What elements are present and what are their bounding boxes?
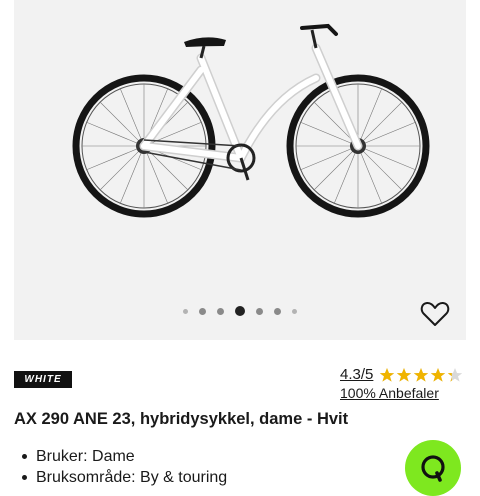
- star-icon: [397, 367, 412, 382]
- star-icon: [448, 367, 463, 382]
- rating-stars: [379, 367, 463, 383]
- carousel-dot[interactable]: [183, 308, 188, 314]
- carousel-dot[interactable]: [217, 307, 224, 315]
- product-feature-list: Bruker: Dame Bruksområde: By & touring: [14, 446, 227, 488]
- star-icon: [380, 367, 395, 382]
- brand-logo[interactable]: WHITE: [14, 371, 72, 388]
- carousel-dot[interactable]: [256, 307, 263, 315]
- heart-outline-icon[interactable]: [420, 300, 450, 328]
- rating-summary[interactable]: 4.3/5: [340, 366, 463, 383]
- image-carousel-dots[interactable]: [14, 306, 466, 316]
- feature-item: Bruker: Dame: [14, 446, 227, 467]
- carousel-dot-active[interactable]: [235, 306, 245, 316]
- product-image-gallery[interactable]: [14, 0, 466, 340]
- star-icon: [414, 367, 429, 382]
- product-image-bicycle: [72, 23, 430, 218]
- product-title: AX 290 ANE 23, hybridysykkel, dame - Hvi…: [14, 410, 349, 428]
- brand-logo-text: WHITE: [24, 374, 62, 385]
- carousel-dot[interactable]: [292, 308, 297, 314]
- rating-value[interactable]: 4.3/5: [340, 366, 373, 383]
- search-button[interactable]: [405, 440, 461, 496]
- search-icon: [421, 455, 445, 482]
- star-icon: [431, 367, 446, 382]
- recommend-percentage-link[interactable]: 100% Anbefaler: [340, 385, 439, 401]
- feature-item: Bruksområde: By & touring: [14, 467, 227, 488]
- carousel-dot[interactable]: [199, 307, 206, 315]
- carousel-dot[interactable]: [274, 307, 281, 315]
